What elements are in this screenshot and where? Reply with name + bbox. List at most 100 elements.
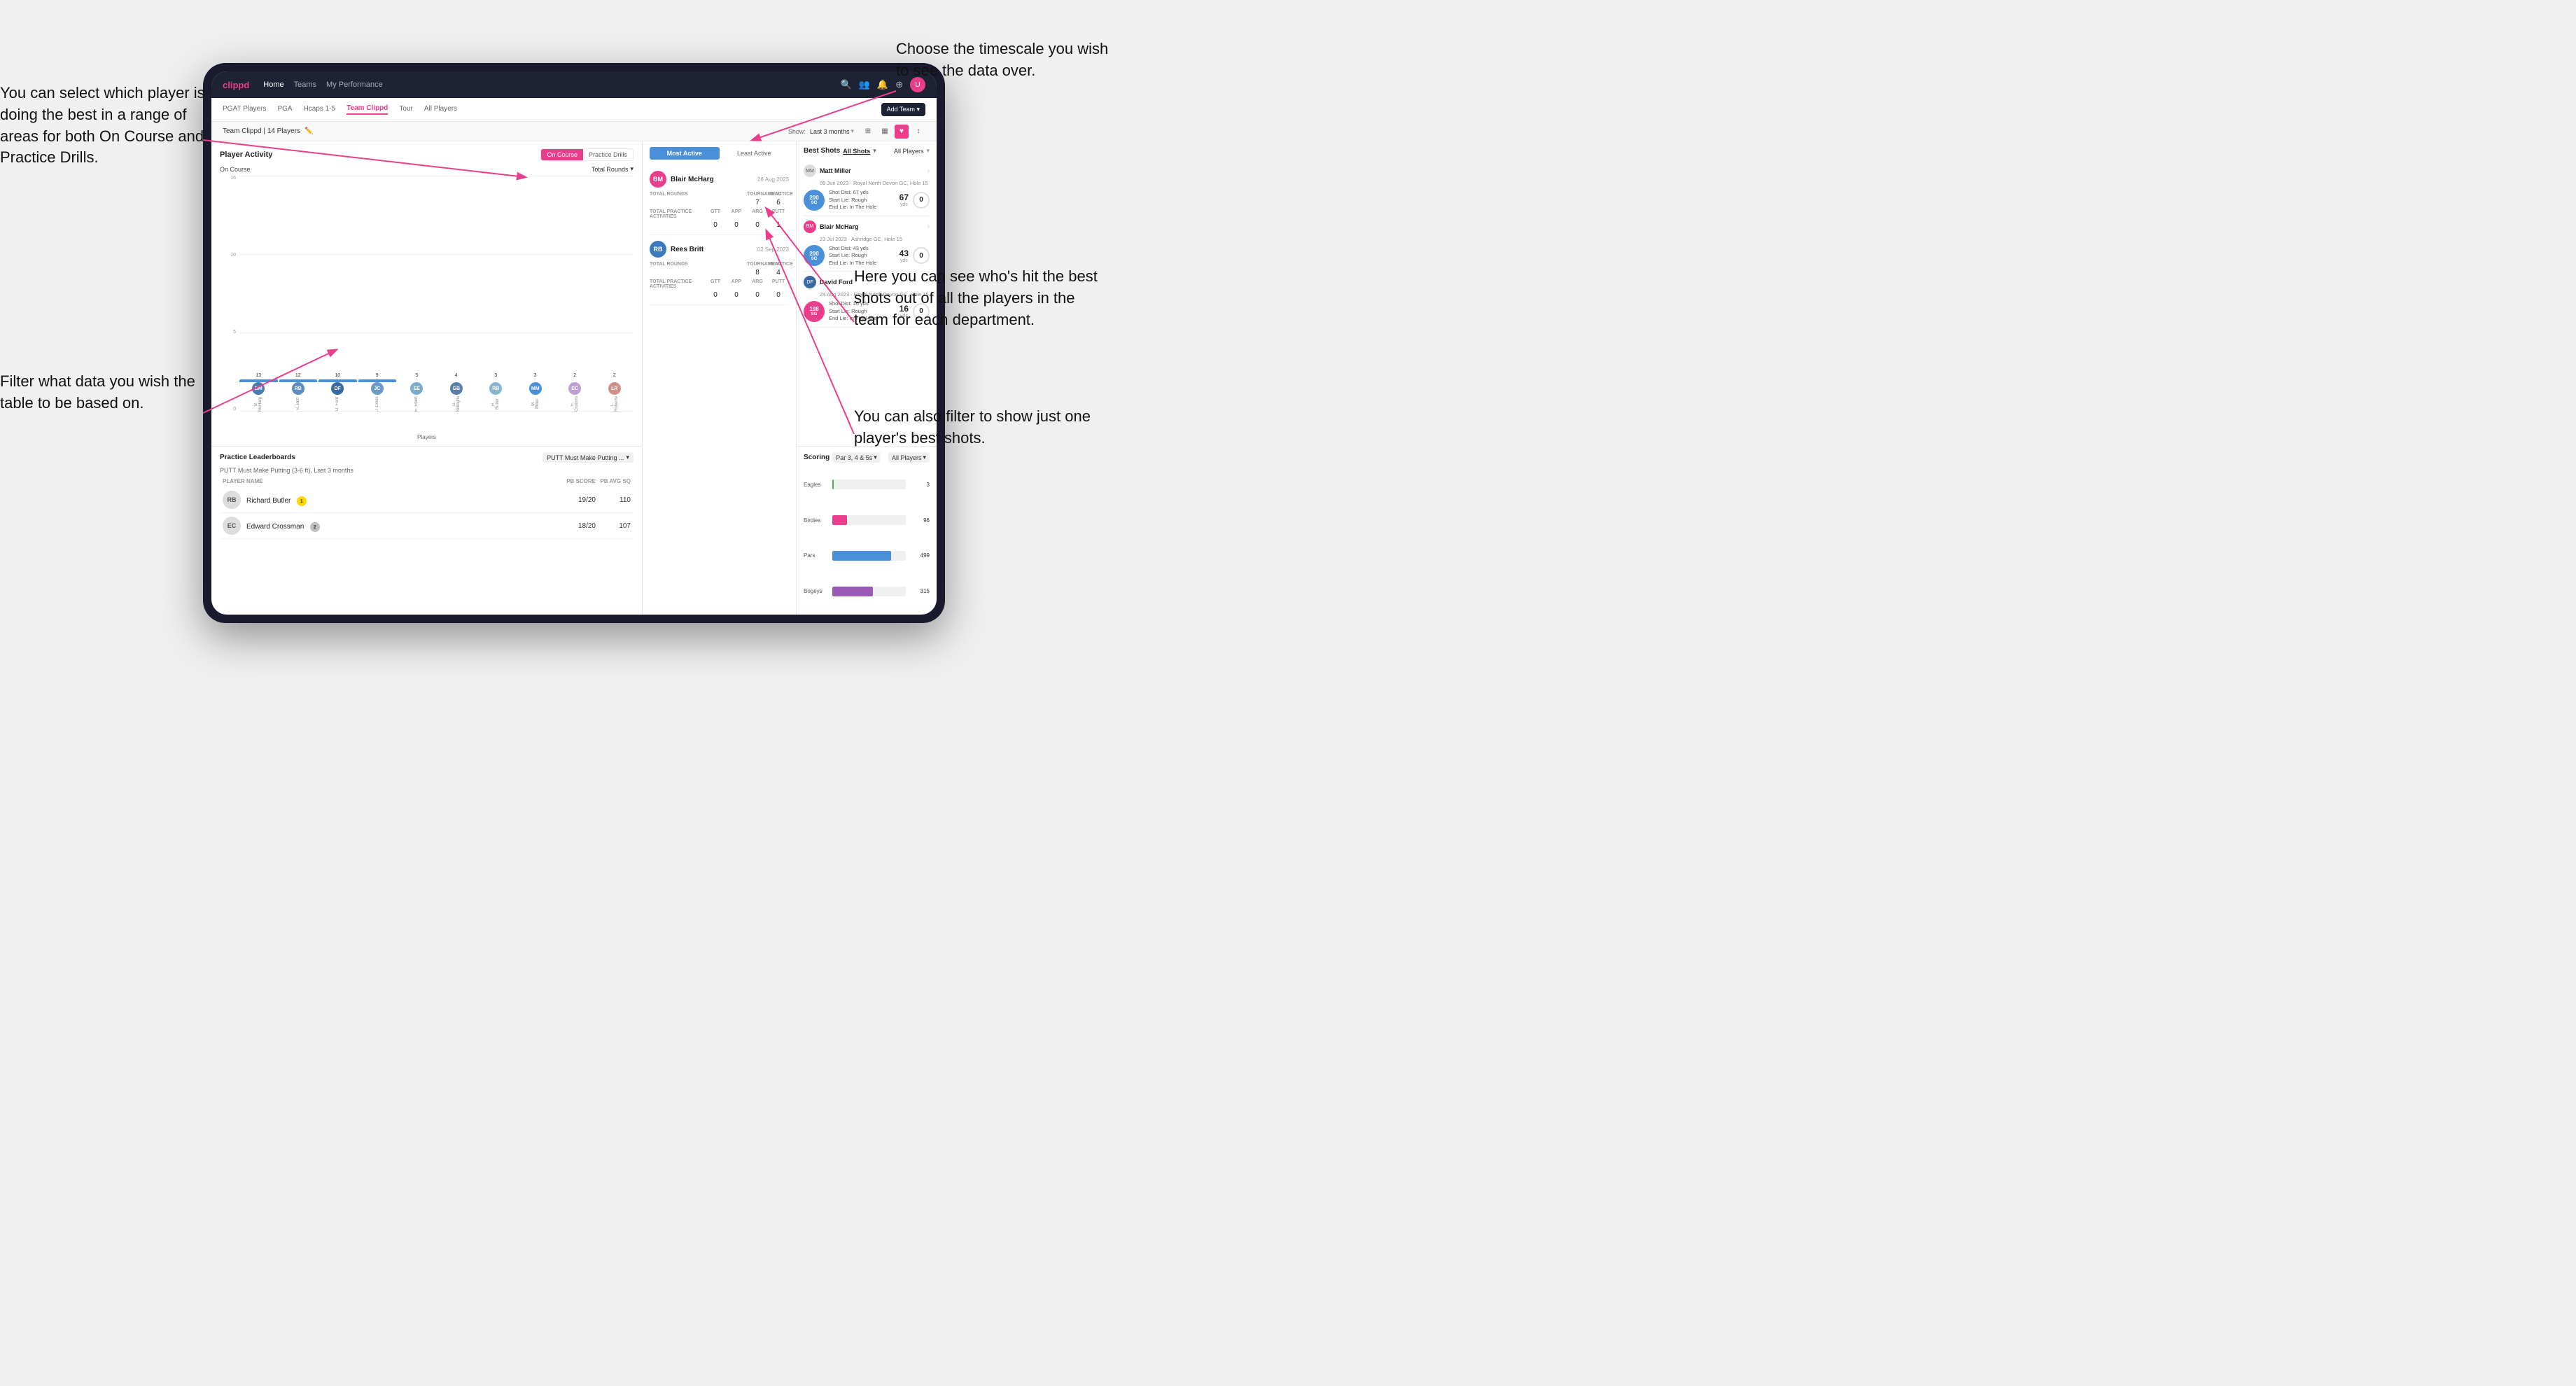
lb-dropdown[interactable]: PUTT Must Make Putting ... ▾ [542,452,634,463]
tab-tour[interactable]: Tour [399,105,412,114]
grid-line-mid2 [239,332,634,333]
right-panel: Best Shots All Shots ▾ All Players ▾ MM … [797,141,937,615]
bar-group-1: 12 RB R. Britt [279,373,318,412]
ma-player-card-0: BM Blair McHarg 26 Aug 2023 Total Rounds… [650,165,789,235]
tab-pga[interactable]: PGA [277,105,292,114]
scoring-bar-bogeys [832,587,906,596]
shot-text-0: Shot Dist: 67 yds Start Lie: Rough End L… [829,189,895,211]
lb-col-name: PLAYER NAME [223,478,561,484]
bs-players-arrow[interactable]: ▾ [926,147,930,155]
bar-value-1: 12 [295,373,301,378]
bar-avatar-2: DF [331,382,344,395]
lb-subtitle: PUTT Must Make Putting (3-6 ft), Last 3 … [220,467,634,474]
ma-tab-most-active[interactable]: Most Active [650,147,720,160]
shot-stat-0: 67 yds [899,192,909,207]
annotation-top-left: You can select which player is doing the… [0,83,210,169]
lb-row-1[interactable]: EC Edward Crossman 2 18/20 107 [220,513,634,539]
chart-dropdown[interactable]: Total Rounds ▾ [592,165,634,173]
lb-row-0[interactable]: RB Richard Butler 1 19/20 110 [220,487,634,513]
search-icon[interactable]: 🔍 [841,79,852,90]
show-dropdown-arrow[interactable]: ▾ [850,127,854,135]
tab-pgat-players[interactable]: PGAT Players [223,105,266,114]
ma-avatar-1: RB [650,241,666,258]
ma-practice-label-0: Practice [768,192,789,197]
shot-details-0: 200 SG Shot Dist: 67 yds Start Lie: Roug… [804,189,930,211]
lb-avatar-0: RB [223,491,241,509]
bell-icon[interactable]: 🔔 [877,79,888,90]
nav-link-home[interactable]: Home [263,80,284,89]
nav-link-teams[interactable]: Teams [294,80,316,89]
shot-stat-zero-1: 0 [913,247,930,264]
lb-badge-1: 2 [310,522,320,532]
chart-section-label: On Course [220,166,251,173]
bar-name-7: M. Miller [531,396,540,412]
shot-course-info-0: 09 Jun 2023 · Royal North Devon GC, Hole… [804,180,930,186]
scoring-dropdown-2[interactable]: All Players ▾ [888,452,930,463]
ma-practice-vals-1: 0 0 0 0 [650,291,789,299]
ma-tournament-val-0: 7 [747,199,768,206]
lb-avatar-1: EC [223,517,241,535]
lb-header: Practice Leaderboards PUTT Must Make Put… [220,452,634,463]
bar-value-0: 13 [255,373,261,378]
ma-practice-vals-0: 0 0 0 1 [650,221,789,229]
ma-practice-activities-label-1: Total Practice Activities GTT APP ARG PU… [650,279,789,289]
edit-icon[interactable]: ✏️ [304,127,313,135]
lb-avg-1: 107 [596,522,631,530]
bar-value-9: 2 [613,373,616,378]
scoring-dropdown-1[interactable]: Par 3, 4 & 5s ▾ [832,452,881,463]
team-name: Team Clippd | 14 Players [223,127,300,135]
users-icon[interactable]: 👥 [859,79,870,90]
ma-player-name-1: Rees Britt [671,246,757,253]
bar-name-8: E. Crossman [570,396,579,412]
ma-tournament-label-0: Tournament [747,192,768,197]
tablet-screen: clippd Home Teams My Performance 🔍 👥 🔔 ⊕… [211,71,937,615]
ma-tab-least-active[interactable]: Least Active [720,147,790,160]
toggle-on-course[interactable]: On Course [541,149,583,160]
bar-group-2: 10 DF D. Ford [318,373,357,412]
view-list-icon[interactable]: ▦ [878,125,892,139]
scoring-bar-pars [832,551,906,561]
bs-tab-all-players[interactable]: All Players [894,148,924,155]
show-dropdown[interactable]: Last 3 months [810,128,850,135]
bs-dropdown-arrow-shots[interactable]: ▾ [873,147,876,155]
add-team-button[interactable]: Add Team ▾ [881,103,925,116]
ma-practice-val-0: 6 [768,199,789,206]
dropdown-arrow-icon: ▾ [630,165,634,173]
shot-player-row-1: BM Blair McHarg › [804,220,930,233]
bar-group-0: 13 BM B. McHarg [239,373,278,412]
lb-title: Practice Leaderboards [220,454,295,461]
view-heart-icon[interactable]: ♥ [895,125,909,139]
ma-avatar-0: BM [650,171,666,188]
bar-avatar-8: EC [568,382,581,395]
view-sort-icon[interactable]: ↕ [911,125,925,139]
nav-logo: clippd [223,80,249,90]
lb-player-info-1: Edward Crossman 2 [246,519,561,533]
shot-player-row-0: MM Matt Miller › [804,164,930,177]
tab-all-players[interactable]: All Players [424,105,457,114]
ma-total-rounds-label-0: Total Rounds [650,192,747,197]
toggle-practice-drills[interactable]: Practice Drills [583,149,633,160]
shot-badge-0: 200 SG [804,190,825,211]
bs-tab-all-shots[interactable]: All Shots [843,148,870,155]
shot-avatar-2: DF [804,276,816,288]
bar-avatar-9: LR [608,382,621,395]
tab-hcaps[interactable]: Hcaps 1-5 [304,105,336,114]
scoring-bar-fill-eagles [832,479,834,489]
shot-card-0[interactable]: MM Matt Miller › 09 Jun 2023 · Royal Nor… [804,160,930,216]
bar-group-5: 4 GB G. Billingham [438,373,476,412]
annotation-bottom-right: Here you can see who's hit the best shot… [854,266,1099,330]
lb-player-info-0: Richard Butler 1 [246,493,561,507]
scoring-arrow-2: ▾ [923,454,926,461]
bar-group-4: 5 EE E. Ebert [398,373,436,412]
bar-name-9: L. Robertson [610,396,619,412]
shot-stat-1: 43 yds [899,248,909,263]
view-grid-icon[interactable]: ⊞ [861,125,875,139]
scoring-header: Scoring Par 3, 4 & 5s ▾ All Players ▾ [804,452,930,463]
bar-chart: 15 10 5 0 [220,176,634,433]
y-axis: 15 10 5 0 [220,176,238,412]
view-icons: ⊞ ▦ ♥ ↕ [861,125,925,139]
nav-link-myperformance[interactable]: My Performance [326,80,383,89]
shot-card-1[interactable]: BM Blair McHarg › 23 Jul 2023 · Ashridge… [804,216,930,272]
tab-team-clippd[interactable]: Team Clippd [346,104,388,115]
lb-col-score: PB SCORE [561,478,596,484]
